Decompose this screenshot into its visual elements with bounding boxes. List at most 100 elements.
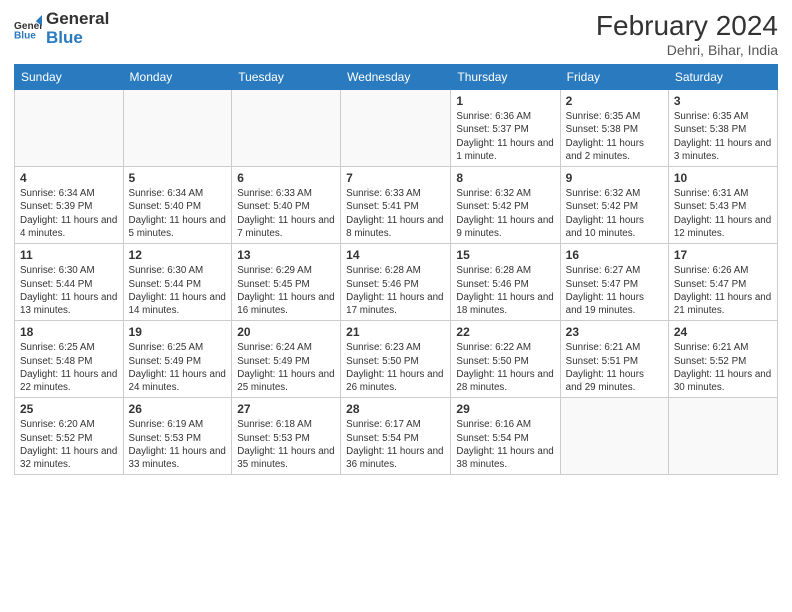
day-cell: 21Sunrise: 6:23 AM Sunset: 5:50 PM Dayli… — [341, 321, 451, 398]
day-cell: 1Sunrise: 6:36 AM Sunset: 5:37 PM Daylig… — [451, 90, 560, 167]
day-number: 21 — [346, 324, 445, 340]
day-cell: 15Sunrise: 6:28 AM Sunset: 5:46 PM Dayli… — [451, 244, 560, 321]
day-info: Sunrise: 6:21 AM Sunset: 5:52 PM Dayligh… — [674, 341, 772, 394]
day-cell: 7Sunrise: 6:33 AM Sunset: 5:41 PM Daylig… — [341, 167, 451, 244]
day-info: Sunrise: 6:23 AM Sunset: 5:50 PM Dayligh… — [346, 341, 445, 394]
day-cell: 14Sunrise: 6:28 AM Sunset: 5:46 PM Dayli… — [341, 244, 451, 321]
day-cell: 28Sunrise: 6:17 AM Sunset: 5:54 PM Dayli… — [341, 398, 451, 475]
day-cell: 20Sunrise: 6:24 AM Sunset: 5:49 PM Dayli… — [232, 321, 341, 398]
title-block: February 2024 Dehri, Bihar, India — [596, 10, 778, 58]
day-info: Sunrise: 6:21 AM Sunset: 5:51 PM Dayligh… — [566, 341, 663, 394]
day-cell: 5Sunrise: 6:34 AM Sunset: 5:40 PM Daylig… — [123, 167, 232, 244]
col-header-monday: Monday — [123, 65, 232, 90]
header-row: SundayMondayTuesdayWednesdayThursdayFrid… — [15, 65, 778, 90]
day-info: Sunrise: 6:30 AM Sunset: 5:44 PM Dayligh… — [20, 264, 118, 317]
day-number: 11 — [20, 247, 118, 263]
day-number: 8 — [456, 170, 554, 186]
day-cell — [123, 90, 232, 167]
day-info: Sunrise: 6:32 AM Sunset: 5:42 PM Dayligh… — [566, 187, 663, 240]
day-number: 22 — [456, 324, 554, 340]
day-number: 4 — [20, 170, 118, 186]
day-number: 10 — [674, 170, 772, 186]
day-number: 26 — [129, 401, 227, 417]
day-number: 28 — [346, 401, 445, 417]
day-info: Sunrise: 6:30 AM Sunset: 5:44 PM Dayligh… — [129, 264, 227, 317]
day-cell: 24Sunrise: 6:21 AM Sunset: 5:52 PM Dayli… — [668, 321, 777, 398]
location: Dehri, Bihar, India — [596, 42, 778, 58]
day-info: Sunrise: 6:26 AM Sunset: 5:47 PM Dayligh… — [674, 264, 772, 317]
day-number: 20 — [237, 324, 335, 340]
day-cell: 29Sunrise: 6:16 AM Sunset: 5:54 PM Dayli… — [451, 398, 560, 475]
day-cell — [560, 398, 668, 475]
day-info: Sunrise: 6:32 AM Sunset: 5:42 PM Dayligh… — [456, 187, 554, 240]
day-number: 19 — [129, 324, 227, 340]
day-info: Sunrise: 6:19 AM Sunset: 5:53 PM Dayligh… — [129, 418, 227, 471]
day-cell: 17Sunrise: 6:26 AM Sunset: 5:47 PM Dayli… — [668, 244, 777, 321]
day-info: Sunrise: 6:28 AM Sunset: 5:46 PM Dayligh… — [346, 264, 445, 317]
logo: General Blue General Blue — [14, 10, 109, 47]
day-info: Sunrise: 6:28 AM Sunset: 5:46 PM Dayligh… — [456, 264, 554, 317]
day-info: Sunrise: 6:34 AM Sunset: 5:39 PM Dayligh… — [20, 187, 118, 240]
day-info: Sunrise: 6:31 AM Sunset: 5:43 PM Dayligh… — [674, 187, 772, 240]
day-cell: 6Sunrise: 6:33 AM Sunset: 5:40 PM Daylig… — [232, 167, 341, 244]
col-header-tuesday: Tuesday — [232, 65, 341, 90]
week-row-1: 1Sunrise: 6:36 AM Sunset: 5:37 PM Daylig… — [15, 90, 778, 167]
day-number: 23 — [566, 324, 663, 340]
day-number: 24 — [674, 324, 772, 340]
day-info: Sunrise: 6:16 AM Sunset: 5:54 PM Dayligh… — [456, 418, 554, 471]
day-number: 14 — [346, 247, 445, 263]
day-number: 6 — [237, 170, 335, 186]
day-cell: 9Sunrise: 6:32 AM Sunset: 5:42 PM Daylig… — [560, 167, 668, 244]
day-info: Sunrise: 6:36 AM Sunset: 5:37 PM Dayligh… — [456, 110, 554, 163]
day-cell — [232, 90, 341, 167]
day-info: Sunrise: 6:34 AM Sunset: 5:40 PM Dayligh… — [129, 187, 227, 240]
day-number: 3 — [674, 93, 772, 109]
day-number: 1 — [456, 93, 554, 109]
day-number: 5 — [129, 170, 227, 186]
day-info: Sunrise: 6:27 AM Sunset: 5:47 PM Dayligh… — [566, 264, 663, 317]
svg-text:Blue: Blue — [14, 30, 36, 41]
logo-general: General — [46, 10, 109, 29]
logo-icon: General Blue — [14, 15, 42, 43]
day-cell: 8Sunrise: 6:32 AM Sunset: 5:42 PM Daylig… — [451, 167, 560, 244]
day-cell — [15, 90, 124, 167]
day-cell: 22Sunrise: 6:22 AM Sunset: 5:50 PM Dayli… — [451, 321, 560, 398]
col-header-thursday: Thursday — [451, 65, 560, 90]
col-header-wednesday: Wednesday — [341, 65, 451, 90]
week-row-5: 25Sunrise: 6:20 AM Sunset: 5:52 PM Dayli… — [15, 398, 778, 475]
day-info: Sunrise: 6:22 AM Sunset: 5:50 PM Dayligh… — [456, 341, 554, 394]
day-cell — [668, 398, 777, 475]
day-cell: 27Sunrise: 6:18 AM Sunset: 5:53 PM Dayli… — [232, 398, 341, 475]
day-cell: 4Sunrise: 6:34 AM Sunset: 5:39 PM Daylig… — [15, 167, 124, 244]
day-cell: 16Sunrise: 6:27 AM Sunset: 5:47 PM Dayli… — [560, 244, 668, 321]
day-info: Sunrise: 6:20 AM Sunset: 5:52 PM Dayligh… — [20, 418, 118, 471]
day-info: Sunrise: 6:25 AM Sunset: 5:49 PM Dayligh… — [129, 341, 227, 394]
day-cell: 10Sunrise: 6:31 AM Sunset: 5:43 PM Dayli… — [668, 167, 777, 244]
day-number: 2 — [566, 93, 663, 109]
day-cell: 12Sunrise: 6:30 AM Sunset: 5:44 PM Dayli… — [123, 244, 232, 321]
week-row-3: 11Sunrise: 6:30 AM Sunset: 5:44 PM Dayli… — [15, 244, 778, 321]
day-cell: 18Sunrise: 6:25 AM Sunset: 5:48 PM Dayli… — [15, 321, 124, 398]
day-info: Sunrise: 6:18 AM Sunset: 5:53 PM Dayligh… — [237, 418, 335, 471]
day-info: Sunrise: 6:25 AM Sunset: 5:48 PM Dayligh… — [20, 341, 118, 394]
day-info: Sunrise: 6:35 AM Sunset: 5:38 PM Dayligh… — [674, 110, 772, 163]
day-cell — [341, 90, 451, 167]
day-cell: 11Sunrise: 6:30 AM Sunset: 5:44 PM Dayli… — [15, 244, 124, 321]
col-header-saturday: Saturday — [668, 65, 777, 90]
day-info: Sunrise: 6:24 AM Sunset: 5:49 PM Dayligh… — [237, 341, 335, 394]
day-number: 13 — [237, 247, 335, 263]
day-cell: 23Sunrise: 6:21 AM Sunset: 5:51 PM Dayli… — [560, 321, 668, 398]
day-cell: 13Sunrise: 6:29 AM Sunset: 5:45 PM Dayli… — [232, 244, 341, 321]
day-number: 15 — [456, 247, 554, 263]
day-number: 27 — [237, 401, 335, 417]
day-cell: 3Sunrise: 6:35 AM Sunset: 5:38 PM Daylig… — [668, 90, 777, 167]
day-info: Sunrise: 6:17 AM Sunset: 5:54 PM Dayligh… — [346, 418, 445, 471]
day-number: 9 — [566, 170, 663, 186]
day-number: 7 — [346, 170, 445, 186]
day-info: Sunrise: 6:33 AM Sunset: 5:41 PM Dayligh… — [346, 187, 445, 240]
day-cell: 26Sunrise: 6:19 AM Sunset: 5:53 PM Dayli… — [123, 398, 232, 475]
day-cell: 19Sunrise: 6:25 AM Sunset: 5:49 PM Dayli… — [123, 321, 232, 398]
day-cell: 2Sunrise: 6:35 AM Sunset: 5:38 PM Daylig… — [560, 90, 668, 167]
col-header-sunday: Sunday — [15, 65, 124, 90]
day-number: 18 — [20, 324, 118, 340]
